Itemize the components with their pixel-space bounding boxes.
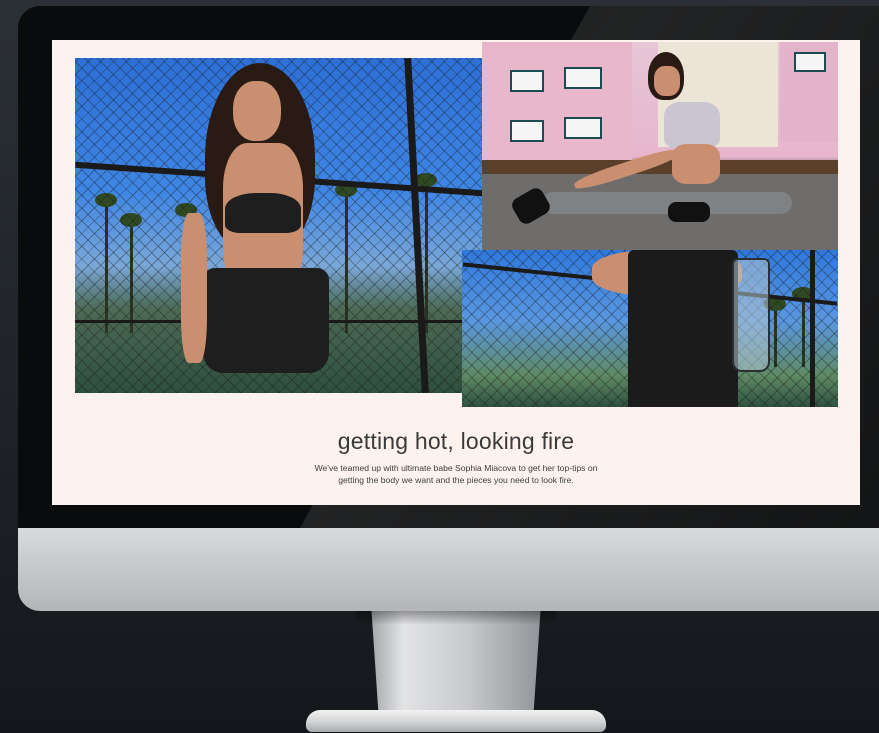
midriff: [672, 144, 720, 184]
window: [564, 67, 602, 89]
hero-photo-leather-set[interactable]: [75, 58, 483, 393]
sports-bra: [664, 102, 720, 148]
leather-shorts: [628, 250, 738, 407]
pink-building: [482, 42, 632, 160]
monitor-chin: [18, 528, 879, 611]
window: [510, 120, 544, 142]
web-page-screen: getting hot, looking fire We've teamed u…: [52, 40, 860, 505]
photo-model-shaker-bottle[interactable]: [462, 250, 838, 407]
face: [654, 66, 680, 96]
model-figure: [175, 63, 355, 393]
hero-subtext: We've teamed up with ultimate babe Sophi…: [314, 463, 598, 485]
monitor-stand-base: [306, 710, 606, 732]
window: [510, 70, 544, 92]
window: [794, 52, 826, 72]
monitor-stand: [371, 611, 541, 715]
face: [233, 81, 281, 141]
photo-stretching-model[interactable]: [482, 42, 838, 250]
leggings: [542, 192, 792, 214]
leather-bra: [225, 193, 301, 233]
fence-post: [810, 250, 815, 407]
shaker-bottle: [732, 258, 770, 372]
sneaker-right: [668, 202, 710, 222]
hero-headline: getting hot, looking fire: [337, 428, 575, 454]
arm: [181, 213, 207, 363]
stand-shadow: [356, 611, 556, 625]
leather-shorts: [203, 268, 329, 373]
window: [564, 117, 602, 139]
